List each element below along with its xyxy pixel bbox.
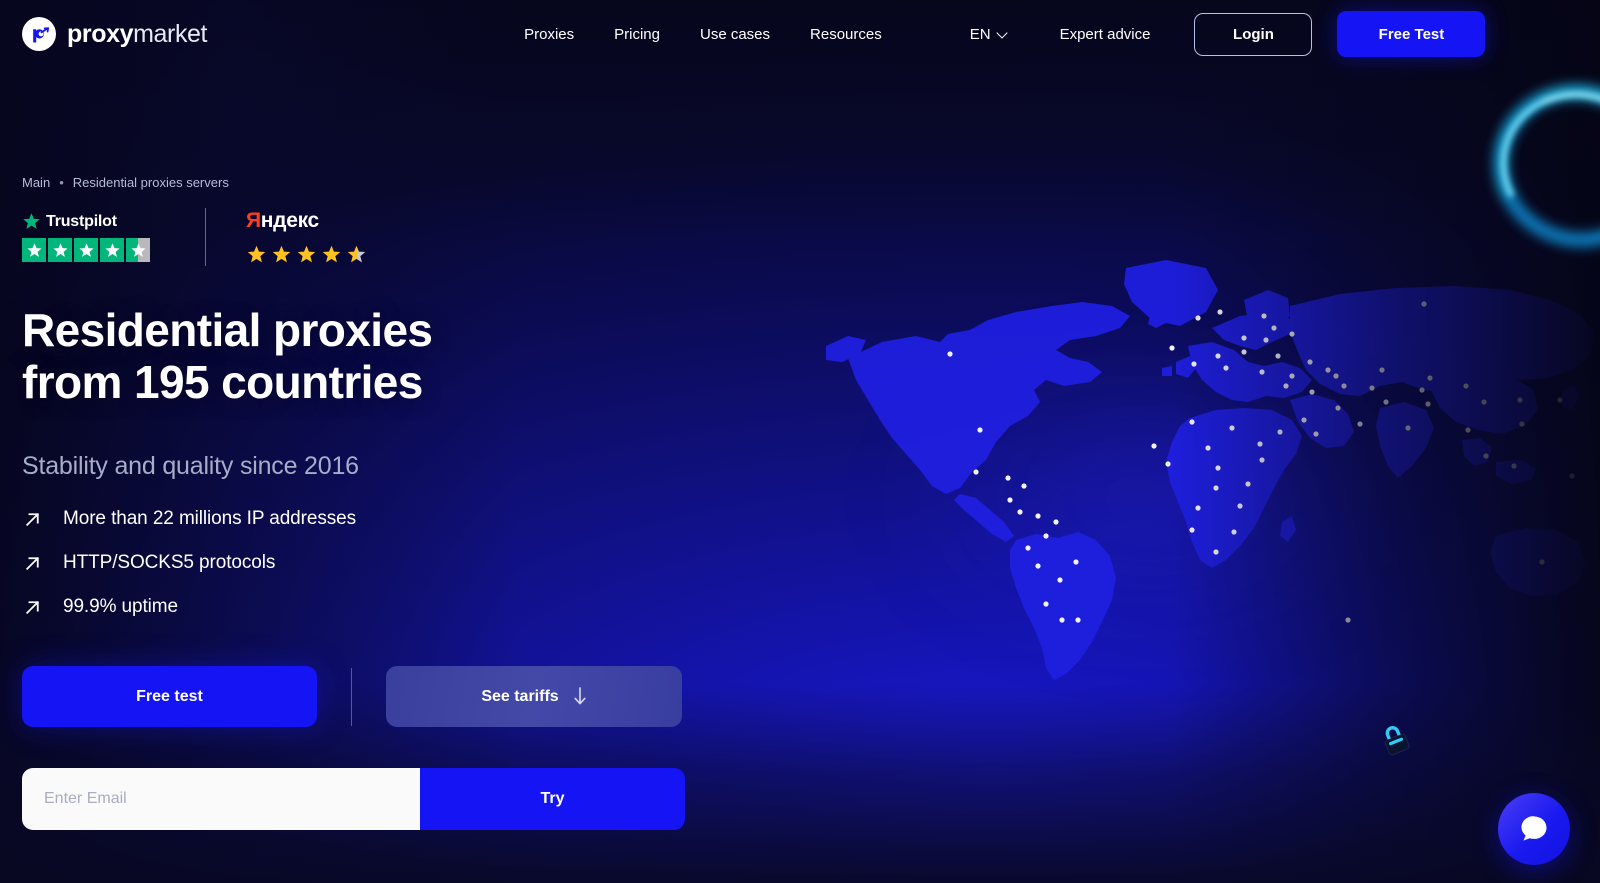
star-filled <box>48 238 72 262</box>
page-title-line2: from 195 countries <box>22 355 423 408</box>
language-selector[interactable]: EN <box>970 26 1008 43</box>
star-half <box>126 238 150 262</box>
free-test-header-button[interactable]: Free Test <box>1337 11 1486 57</box>
trustpilot-badge[interactable]: Trustpilot <box>22 212 150 262</box>
arrow-up-right-icon <box>25 600 40 614</box>
yandex-badge[interactable]: Яндекс <box>246 210 367 265</box>
trustpilot-stars <box>22 238 150 262</box>
nav-item-pricing[interactable]: Pricing <box>594 20 680 49</box>
logo-text-bold: proxy <box>67 19 134 48</box>
arrow-up-right-icon <box>25 512 40 526</box>
email-field[interactable] <box>22 768 420 830</box>
hero-subtitle: Stability and quality since 2016 <box>22 452 359 480</box>
expert-advice-link[interactable]: Expert advice <box>1060 26 1151 43</box>
star-half <box>347 245 366 262</box>
login-button[interactable]: Login <box>1194 12 1313 56</box>
star-filled <box>247 245 266 262</box>
breadcrumb-separator: • <box>59 175 64 190</box>
yandex-label-prefix: Я <box>246 208 261 232</box>
email-signup-form: Try <box>22 768 685 830</box>
list-item: 99.9% uptime <box>22 596 356 618</box>
star-filled <box>297 245 316 262</box>
landing-page: proxymarket Proxies Pricing Use cases Re… <box>0 0 1600 883</box>
see-tariffs-button[interactable]: See tariffs <box>386 666 682 727</box>
feature-label: 99.9% uptime <box>63 596 178 617</box>
arrow-down-icon <box>574 687 586 705</box>
language-label: EN <box>969 25 991 43</box>
arrow-up-right-icon <box>25 556 40 570</box>
star-filled <box>22 238 46 262</box>
list-item: HTTP/SOCKS5 protocols <box>22 552 356 574</box>
see-tariffs-label: See tariffs <box>481 687 559 705</box>
breadcrumb-home[interactable]: Main <box>22 175 50 190</box>
logo-text-light: market <box>133 19 208 48</box>
page-title: Residential proxies from 195 countries <box>22 304 433 409</box>
nav-item-resources[interactable]: Resources <box>790 20 902 49</box>
nav-item-use-cases[interactable]: Use cases <box>680 20 790 49</box>
breadcrumb: Main • Residential proxies servers <box>22 175 229 190</box>
logo-text: proxymarket <box>67 19 208 48</box>
proxymarket-logo-icon <box>22 17 56 51</box>
feature-label: HTTP/SOCKS5 protocols <box>63 552 276 573</box>
star-filled <box>74 238 98 262</box>
star-filled <box>322 245 341 262</box>
star-filled <box>100 238 124 262</box>
trustpilot-star-icon <box>23 213 40 229</box>
feature-label: More than 22 millions IP addresses <box>63 508 357 529</box>
breadcrumb-current: Residential proxies servers <box>72 175 229 190</box>
cta-divider <box>351 667 352 726</box>
list-item: More than 22 millions IP addresses <box>22 508 356 530</box>
try-button[interactable]: Try <box>420 768 685 830</box>
trustpilot-header: Trustpilot <box>22 212 150 231</box>
yandex-stars <box>246 244 367 265</box>
nav-item-proxies[interactable]: Proxies <box>504 20 594 49</box>
hero-cta-row: Free test See tariffs <box>22 666 682 727</box>
chat-bubble-icon <box>1521 816 1547 841</box>
hero-feature-list: More than 22 millions IP addresses HTTP/… <box>22 508 356 618</box>
free-test-button[interactable]: Free test <box>22 666 317 727</box>
page-title-line1: Residential proxies <box>22 304 433 356</box>
badge-divider <box>205 208 206 266</box>
trustpilot-label: Trustpilot <box>46 212 117 230</box>
logo-link[interactable]: proxymarket <box>22 17 208 51</box>
star-filled <box>272 245 291 262</box>
chevron-down-icon <box>998 29 1008 39</box>
rating-badges: Trustpilot Яндекс <box>22 208 367 266</box>
yandex-label-suffix: ндекс <box>260 208 319 232</box>
site-header: proxymarket Proxies Pricing Use cases Re… <box>0 0 1600 68</box>
main-nav: Proxies Pricing Use cases Resources <box>504 20 902 49</box>
chat-widget-button[interactable] <box>1498 793 1570 865</box>
yandex-label: Яндекс <box>246 210 367 231</box>
